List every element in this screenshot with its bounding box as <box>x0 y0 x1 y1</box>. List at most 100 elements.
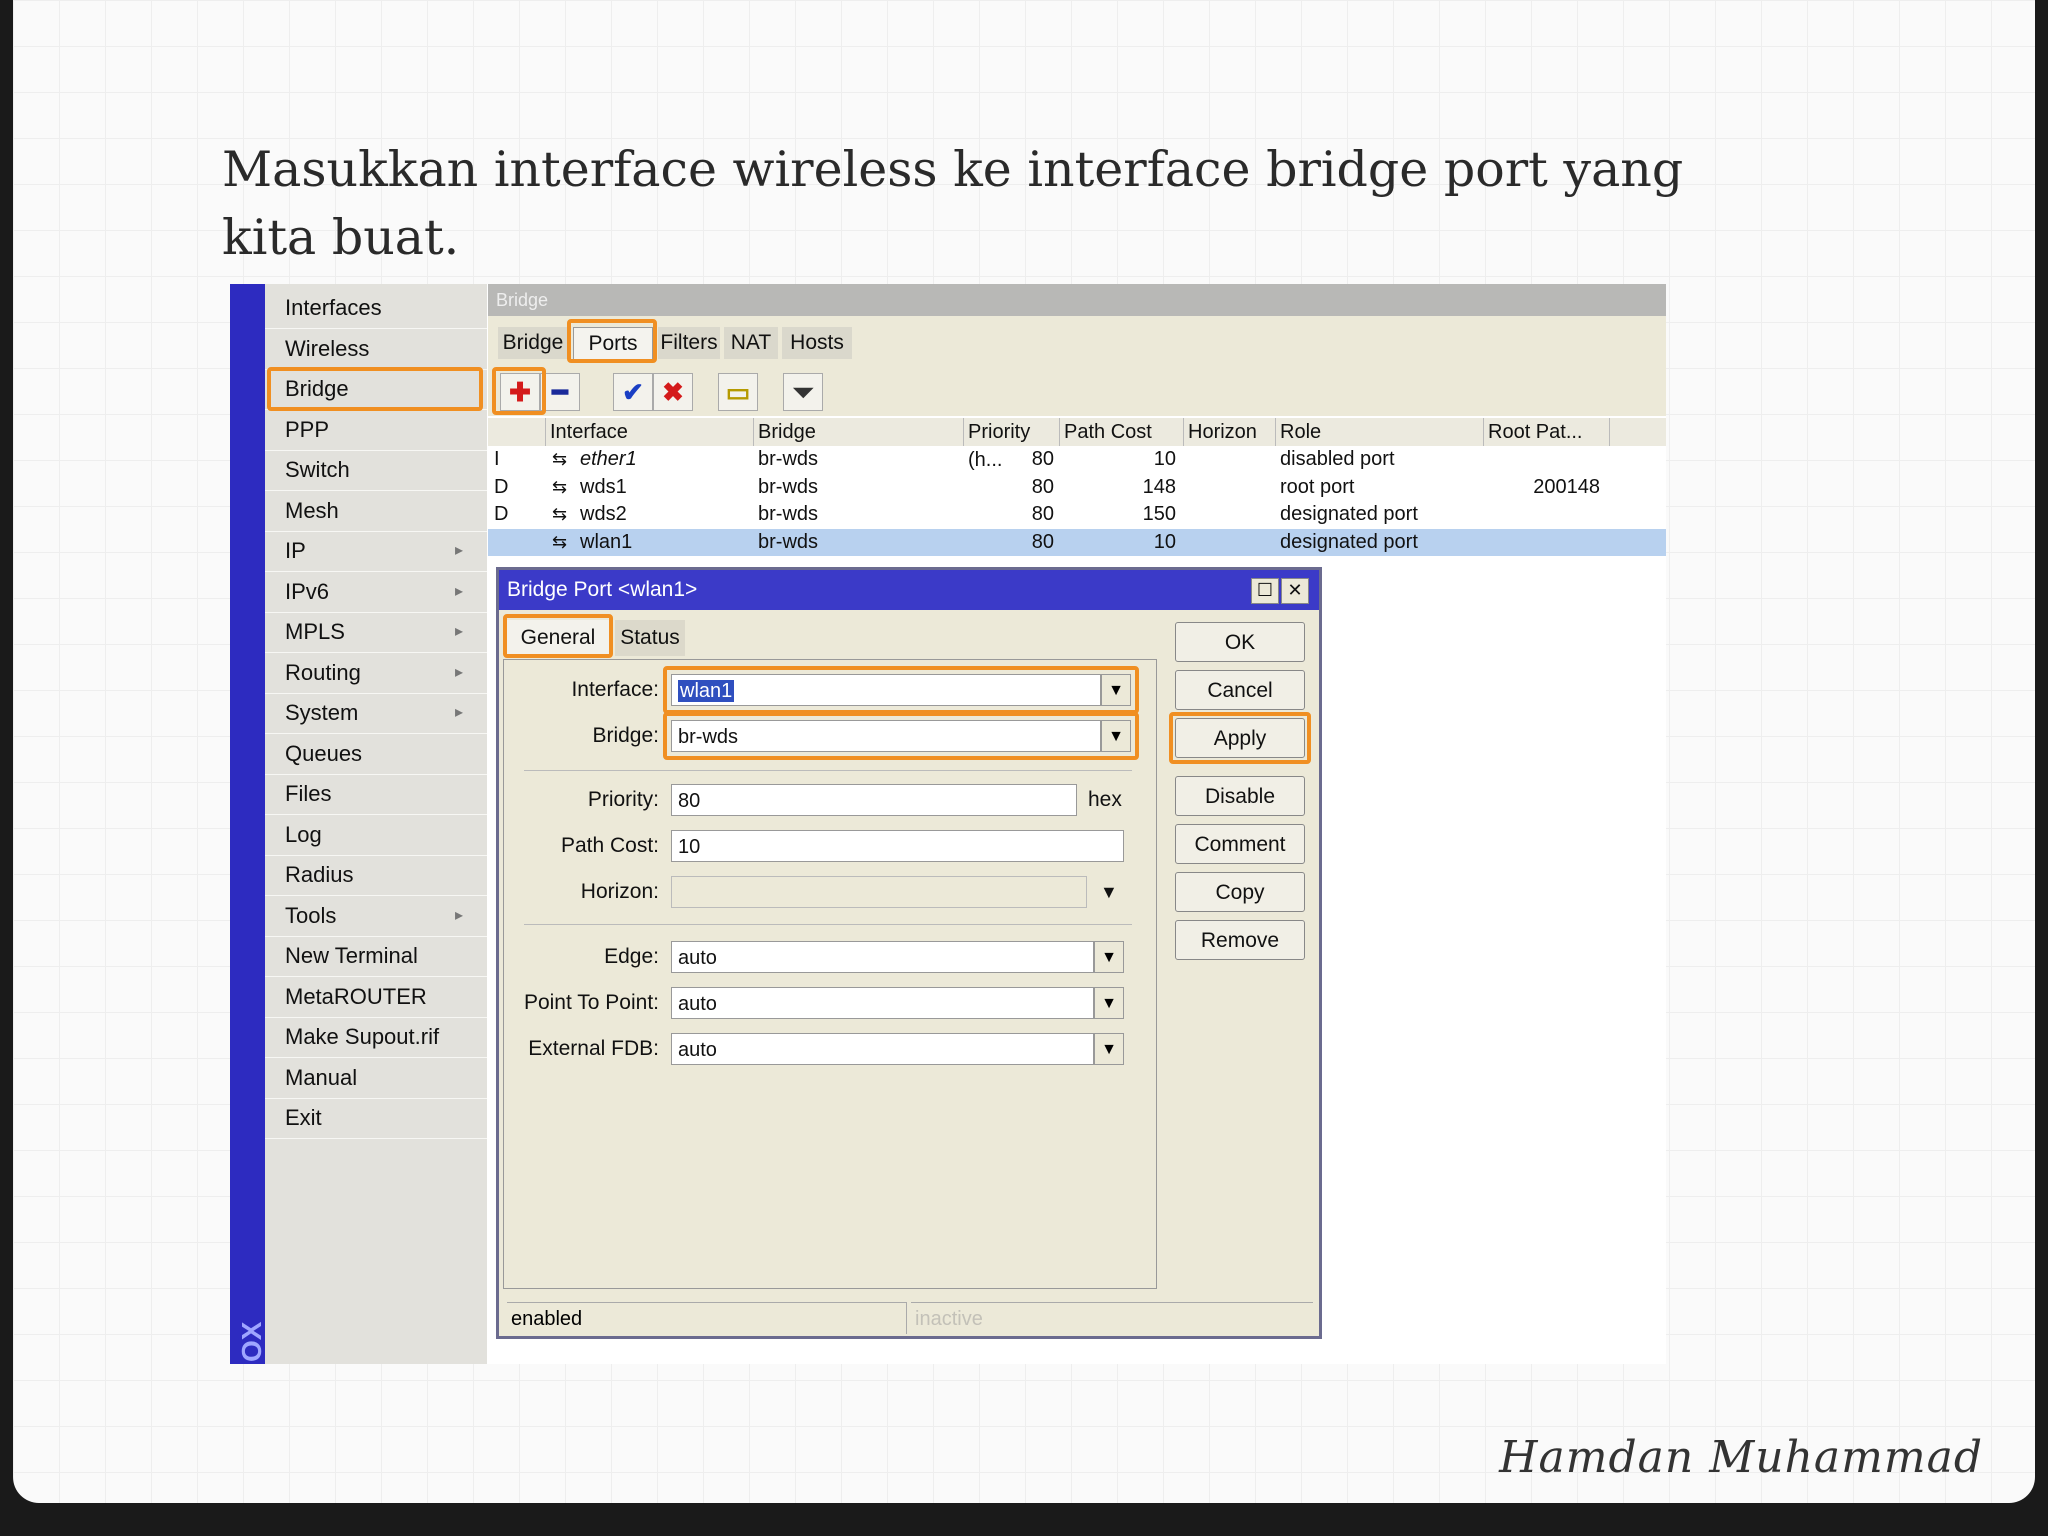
cell-flag <box>494 529 534 556</box>
winbox-side-label: OX <box>236 1321 267 1362</box>
table-row[interactable]: ⇆ wlan1 br-wds 80 10 designated port <box>488 528 1666 556</box>
menu-item-log[interactable]: Log <box>265 815 487 856</box>
menu-item-wireless[interactable]: Wireless <box>265 329 487 370</box>
interface-label: Interface: <box>571 678 659 701</box>
menu-item-system[interactable]: System ▸ <box>265 693 487 734</box>
check-icon[interactable]: ✔ <box>613 373 653 411</box>
horizon-field[interactable] <box>671 876 1087 908</box>
path-cost-field[interactable]: 10 <box>671 830 1124 862</box>
minus-icon[interactable]: ━ <box>540 373 580 411</box>
dialog-titlebar[interactable]: Bridge Port <wlan1> ☐ ✕ <box>499 570 1319 610</box>
submenu-arrow-icon: ▸ <box>455 582 464 600</box>
winbox-menu: Interfaces Wireless Bridge PPP Switch Mesh IP ▸… <box>265 284 487 1364</box>
cell-bridge: br-wds <box>758 448 819 470</box>
dialog-tab-status[interactable]: Status <box>615 620 685 656</box>
menu-item-exit[interactable]: Exit <box>265 1098 487 1139</box>
menu-item-queues[interactable]: Queues <box>265 734 487 775</box>
tab-filters[interactable]: Filters <box>658 327 720 359</box>
menu-item-manual[interactable]: Manual <box>265 1058 487 1099</box>
menu-item-label: Switch <box>285 457 350 482</box>
cell-role: disabled port <box>1280 448 1395 470</box>
tab-bridge[interactable]: Bridge <box>498 327 568 359</box>
edge-label: Edge: <box>604 945 659 968</box>
menu-item-label: Interfaces <box>285 295 382 320</box>
slide-title: Masukkan interface wireless ke interface… <box>222 141 1684 266</box>
menu-item-label: System <box>285 700 359 725</box>
menu-item-new-terminal[interactable]: New Terminal <box>265 936 487 977</box>
menu-item-label: Files <box>285 781 332 806</box>
col-header-horizon[interactable]: Horizon <box>1184 418 1276 446</box>
table-row[interactable]: I ⇆ ether1 br-wds 80 10 disabled port <box>488 446 1666 473</box>
cell-priority: 80 <box>1031 530 1054 553</box>
table-row[interactable]: D ⇆ wds2 br-wds 80 150 designated port <box>488 501 1666 528</box>
bridge-tabs: Bridge Ports Filters NAT Hosts <box>488 316 1666 366</box>
col-header-path-cost[interactable]: Path Cost <box>1060 418 1184 446</box>
slide-footer-author: Hamdan Muhammad <box>1499 1432 1983 1483</box>
menu-item-label: New Terminal <box>285 943 418 968</box>
highlight-bridge <box>663 712 1139 760</box>
menu-item-label: Mesh <box>285 497 339 523</box>
menu-item-ipv6[interactable]: IPv6 ▸ <box>265 572 487 613</box>
point-to-point-field[interactable]: auto <box>671 987 1094 1019</box>
tab-hosts[interactable]: Hosts <box>782 327 852 359</box>
menu-item-files[interactable]: Files <box>265 774 487 815</box>
edge-dropdown-icon[interactable]: ▼ <box>1094 941 1124 973</box>
col-header-bridge[interactable]: Bridge <box>754 418 964 446</box>
menu-item-switch[interactable]: Switch <box>265 450 487 491</box>
ports-table-header: Interface Bridge Priority (h... Path Cost Ho… <box>488 418 1666 471</box>
col-header-flag[interactable] <box>488 418 546 446</box>
submenu-arrow-icon: ▸ <box>455 623 464 640</box>
menu-item-routing[interactable]: Routing ▸ <box>265 653 487 694</box>
ok-button[interactable]: OK <box>1175 622 1305 662</box>
point-to-point-dropdown-icon[interactable]: ▼ <box>1094 987 1124 1019</box>
horizon-label: Horizon: <box>580 880 659 903</box>
priority-field[interactable]: 80 <box>671 784 1077 816</box>
cell-horizon <box>1188 501 1268 528</box>
menu-item-label: Log <box>285 821 322 847</box>
cell-priority: 80 <box>1031 475 1054 498</box>
cancel-button[interactable]: Cancel <box>1175 670 1305 710</box>
menu-item-mpls[interactable]: MPLS ▸ <box>265 612 487 653</box>
menu-item-label: Manual <box>285 1064 358 1090</box>
dialog-title: Bridge Port <wlan1> <box>507 578 698 601</box>
edge-field[interactable]: auto <box>671 941 1094 973</box>
menu-item-mesh[interactable]: Mesh <box>265 491 487 532</box>
cross-icon[interactable]: ✖ <box>653 373 693 411</box>
bridge-port-icon: ⇆ <box>552 476 568 497</box>
cell-bridge: br-wds <box>758 475 819 498</box>
external-fdb-field[interactable]: auto <box>671 1033 1094 1065</box>
remove-button[interactable]: Remove <box>1175 920 1305 960</box>
comment-button[interactable]: Comment <box>1175 824 1305 864</box>
menu-item-ppp[interactable]: PPP <box>265 410 487 451</box>
filter-icon[interactable]: ⏷ <box>783 373 823 411</box>
col-header-root-pat[interactable]: Root Pat... <box>1484 418 1610 446</box>
external-fdb-dropdown-icon[interactable]: ▼ <box>1094 1033 1124 1065</box>
menu-item-metarouter[interactable]: MetaROUTER <box>265 977 487 1018</box>
menu-item-ip[interactable]: IP ▸ <box>265 531 487 572</box>
cell-path-cost: 10 <box>1153 448 1176 470</box>
cell-horizon <box>1188 474 1268 501</box>
col-header-interface[interactable]: Interface <box>546 418 754 446</box>
menu-item-radius[interactable]: Radius <box>265 855 487 896</box>
submenu-arrow-icon: ▸ <box>455 704 464 721</box>
priority-unit: hex <box>1088 788 1122 811</box>
maximize-icon[interactable]: ☐ <box>1251 578 1279 604</box>
menu-item-label: Radius <box>285 862 354 887</box>
priority-label: Priority: <box>587 788 659 811</box>
close-icon[interactable]: ✕ <box>1281 578 1309 604</box>
horizon-dropdown-icon[interactable]: ▼ <box>1100 875 1118 909</box>
comment-icon[interactable]: ▭ <box>718 373 758 411</box>
menu-item-tools[interactable]: Tools ▸ <box>265 896 487 937</box>
menu-item-make-supout-rif[interactable]: Make Supout.rif <box>265 1017 487 1058</box>
col-header-role[interactable]: Role <box>1276 418 1484 446</box>
col-header-priority-h[interactable]: Priority (h... <box>964 418 1060 471</box>
highlight-add-button <box>492 367 546 415</box>
cell-priority: 80 <box>1031 448 1054 470</box>
menu-item-interfaces[interactable]: Interfaces <box>265 288 487 329</box>
bridge-window: Bridge Bridge Ports Filters NAT Hosts ✚ ━ ✔ ✖ ▭ ⏷… <box>488 284 1666 1364</box>
tab-nat[interactable]: NAT <box>724 327 778 359</box>
table-row[interactable]: D ⇆ wds1 br-wds 80 148 root port 200148 <box>488 474 1666 501</box>
disable-button[interactable]: Disable <box>1175 776 1305 816</box>
copy-button[interactable]: Copy <box>1175 872 1305 912</box>
cell-interface: ether1 <box>580 448 637 470</box>
